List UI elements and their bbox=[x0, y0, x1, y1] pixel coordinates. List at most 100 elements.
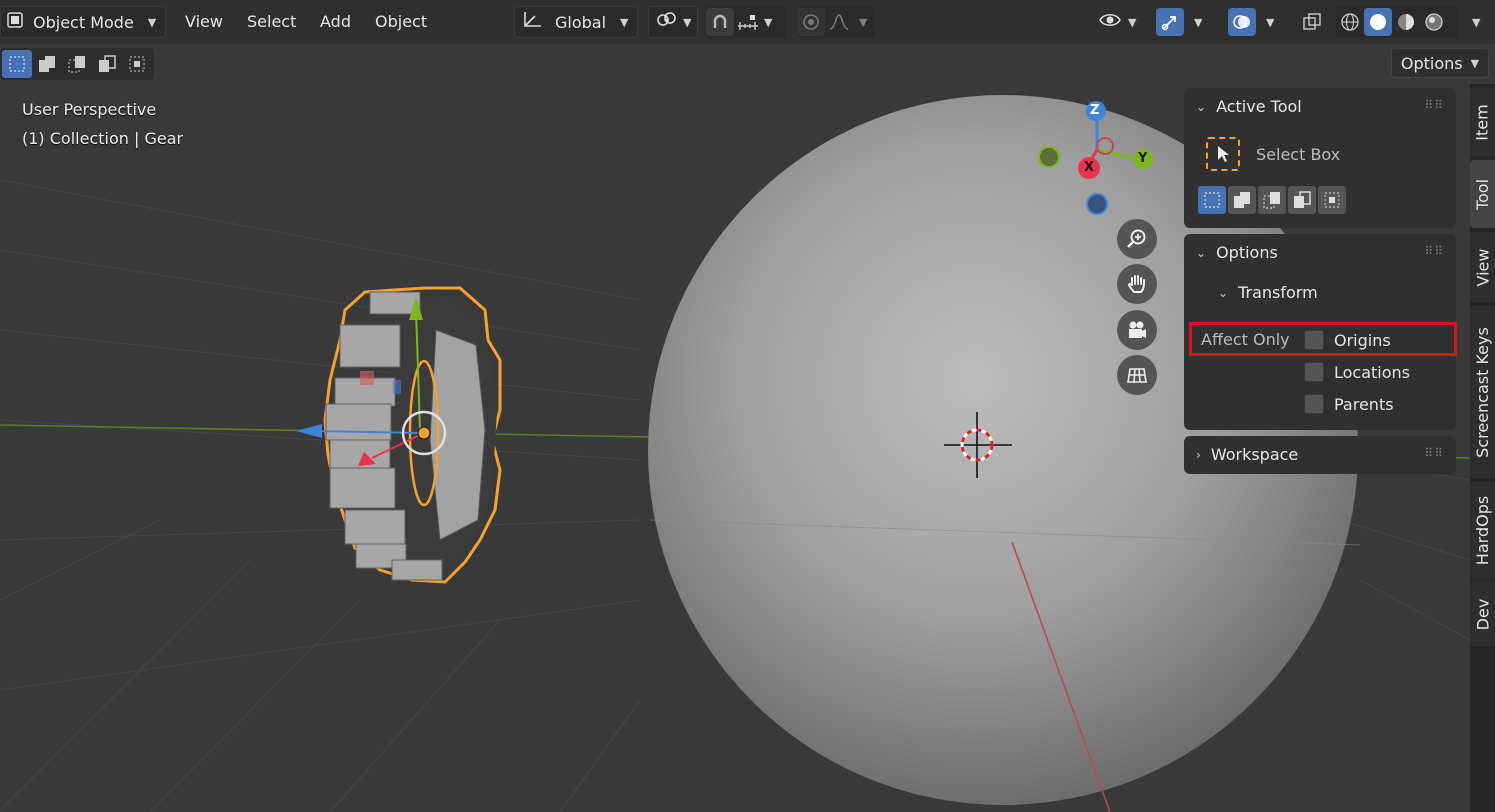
snap-group: ▼ bbox=[706, 6, 786, 38]
chevron-down-icon: ▼ bbox=[1470, 56, 1480, 70]
selection-mode-toolbar bbox=[0, 48, 154, 80]
rendered-shading-icon[interactable] bbox=[1420, 8, 1448, 36]
select-extend-icon[interactable] bbox=[1228, 186, 1256, 214]
shading-chevron-down-icon[interactable]: ▼ bbox=[1472, 16, 1480, 29]
tab-tool[interactable]: Tool bbox=[1470, 160, 1495, 228]
chevron-down-icon: ▼ bbox=[147, 15, 157, 29]
collection-label: (1) Collection | Gear bbox=[22, 129, 184, 148]
zoom-icon bbox=[1127, 229, 1146, 248]
options-header[interactable]: ⌄ Options bbox=[1196, 243, 1278, 262]
gizmo-y-label: Y bbox=[1138, 151, 1148, 166]
chevron-down-icon: ▼ bbox=[620, 15, 629, 29]
select-extend-icon[interactable] bbox=[32, 50, 62, 78]
menu-object[interactable]: Object bbox=[375, 12, 427, 31]
gizmo-dropdown[interactable]: ▼ bbox=[1156, 6, 1202, 38]
transform-subpanel-header[interactable]: ⌄ Transform bbox=[1218, 283, 1318, 302]
orientation-label: Global bbox=[555, 12, 607, 32]
affect-locations-checkbox[interactable]: Locations bbox=[1304, 362, 1410, 382]
camera-view-button[interactable] bbox=[1117, 310, 1157, 350]
orientation-axes-icon bbox=[521, 10, 543, 34]
active-tool-header[interactable]: ⌄ Active Tool bbox=[1196, 97, 1302, 116]
select-box-tool-icon[interactable] bbox=[1206, 137, 1240, 171]
zoom-button[interactable] bbox=[1117, 219, 1157, 259]
select-intersect-icon[interactable] bbox=[1318, 186, 1346, 214]
mode-dropdown[interactable]: Object Mode ▼ bbox=[0, 6, 166, 38]
camera-icon bbox=[1129, 321, 1146, 338]
chevron-down-icon: ▼ bbox=[1194, 15, 1203, 29]
checkbox[interactable] bbox=[1304, 394, 1324, 414]
select-invert-icon[interactable] bbox=[1288, 186, 1316, 214]
transform-title: Transform bbox=[1238, 283, 1318, 302]
shading-group bbox=[1336, 6, 1458, 38]
tab-item[interactable]: Item bbox=[1470, 88, 1495, 156]
snap-toggle-icon[interactable] bbox=[706, 8, 734, 36]
chevron-down-icon: ▼ bbox=[1266, 15, 1275, 29]
affect-origins-checkbox[interactable]: Origins bbox=[1304, 330, 1391, 350]
snap-increment-icon[interactable] bbox=[734, 8, 762, 36]
select-new-icon[interactable] bbox=[2, 50, 32, 78]
gizmo-x-label: X bbox=[1084, 160, 1095, 175]
overlays-icon[interactable] bbox=[1228, 8, 1256, 36]
select-new-icon[interactable] bbox=[1198, 186, 1226, 214]
affect-parents-checkbox[interactable]: Parents bbox=[1304, 394, 1394, 414]
pan-button[interactable] bbox=[1117, 264, 1157, 304]
gizmo-z-label: Z bbox=[1090, 103, 1100, 118]
pivot-point-dropdown[interactable]: ▼ bbox=[648, 6, 698, 38]
chevron-down-icon: ▼ bbox=[1128, 15, 1137, 29]
grid-icon bbox=[1127, 368, 1147, 383]
tab-hardops[interactable]: HardOps bbox=[1470, 482, 1495, 578]
drag-handle-icon[interactable]: ⠿⠿ bbox=[1424, 98, 1444, 112]
chevron-down-icon[interactable]: ▼ bbox=[859, 16, 867, 29]
pivot-icon bbox=[655, 10, 677, 34]
wireframe-shading-icon[interactable] bbox=[1336, 8, 1364, 36]
solid-shading-icon[interactable] bbox=[1364, 8, 1392, 36]
object-mode-icon bbox=[7, 12, 23, 32]
chevron-down-icon: ⌄ bbox=[1196, 245, 1207, 260]
workspace-panel[interactable]: › Workspace ⠿⠿ bbox=[1184, 436, 1456, 474]
proportional-edit-group: ▼ bbox=[797, 6, 875, 38]
transform-orientation-dropdown[interactable]: Global ▼ bbox=[514, 6, 638, 38]
ortho-toggle-button[interactable] bbox=[1117, 355, 1157, 395]
perspective-label: User Perspective bbox=[22, 100, 157, 119]
xray-toggle[interactable] bbox=[1298, 6, 1326, 38]
menu-add[interactable]: Add bbox=[320, 12, 351, 31]
visibility-dropdown[interactable]: ▼ bbox=[1098, 6, 1136, 38]
mode-label: Object Mode bbox=[33, 12, 134, 32]
workspace-header[interactable]: › Workspace bbox=[1196, 445, 1298, 464]
chevron-down-icon: ⌄ bbox=[1218, 285, 1229, 300]
select-subtract-icon[interactable] bbox=[1258, 186, 1286, 214]
tool-selection-modes bbox=[1198, 186, 1346, 214]
options-dropdown[interactable]: Options ▼ bbox=[1391, 48, 1489, 78]
gizmo-icon[interactable] bbox=[1156, 8, 1184, 36]
checkbox[interactable] bbox=[1304, 330, 1324, 350]
tab-screencast-keys[interactable]: Screencast Keys bbox=[1470, 306, 1495, 478]
chevron-down-icon: ▼ bbox=[683, 15, 692, 29]
hand-icon bbox=[1128, 275, 1145, 293]
select-subtract-icon[interactable] bbox=[62, 50, 92, 78]
sidebar-tabs: Item Tool View Screencast Keys HardOps D… bbox=[1470, 84, 1495, 812]
material-preview-icon[interactable] bbox=[1392, 8, 1420, 36]
checkbox[interactable] bbox=[1304, 362, 1324, 382]
overlays-dropdown[interactable]: ▼ bbox=[1228, 6, 1274, 38]
menu-view[interactable]: View bbox=[185, 12, 223, 31]
xray-icon[interactable] bbox=[1298, 8, 1326, 36]
drag-handle-icon[interactable]: ⠿⠿ bbox=[1424, 446, 1444, 460]
menu-select[interactable]: Select bbox=[247, 12, 296, 31]
select-invert-icon[interactable] bbox=[92, 50, 122, 78]
chevron-right-icon: › bbox=[1196, 447, 1201, 462]
tool-name-label: Select Box bbox=[1256, 145, 1341, 164]
falloff-curve-icon[interactable] bbox=[825, 8, 853, 36]
checkbox-label: Origins bbox=[1334, 330, 1391, 350]
checkbox-label: Parents bbox=[1334, 394, 1394, 414]
proportional-edit-icon[interactable] bbox=[797, 8, 825, 36]
checkbox-label: Locations bbox=[1334, 362, 1411, 382]
drag-handle-icon[interactable]: ⠿⠿ bbox=[1424, 244, 1444, 258]
tab-view[interactable]: View bbox=[1470, 232, 1495, 302]
select-intersect-icon[interactable] bbox=[122, 50, 152, 78]
chevron-down-icon: ⌄ bbox=[1196, 99, 1207, 114]
gear-object[interactable] bbox=[296, 286, 502, 584]
affect-only-label: Affect Only bbox=[1201, 330, 1290, 349]
workspace-title: Workspace bbox=[1210, 445, 1299, 464]
tab-dev[interactable]: Dev bbox=[1470, 582, 1495, 646]
chevron-down-icon[interactable]: ▼ bbox=[764, 16, 772, 29]
